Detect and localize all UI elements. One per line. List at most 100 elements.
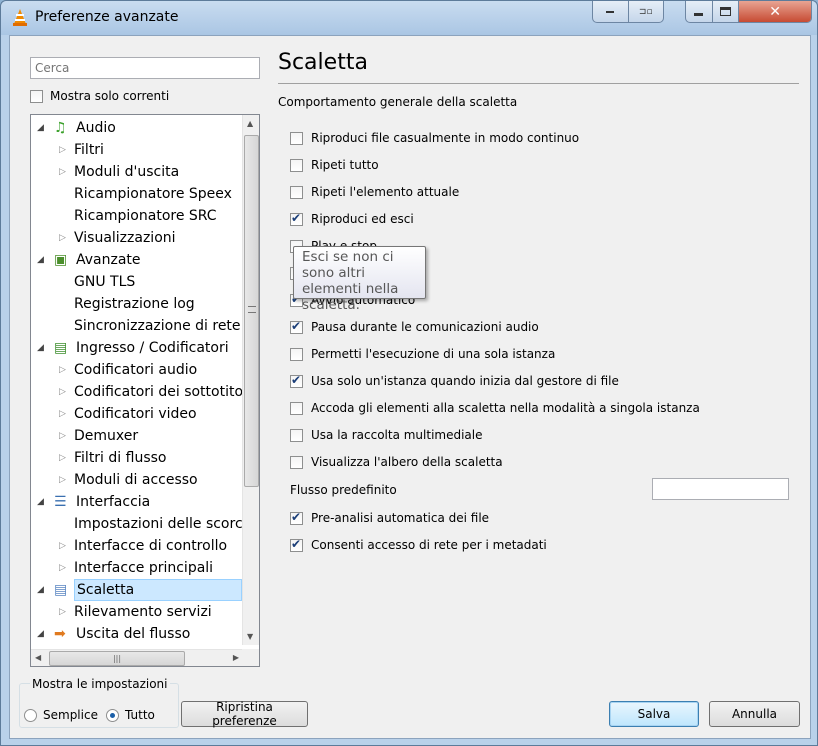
tree-horizontal-scrollbar[interactable]: ◀ ||| ▶ [31,649,243,666]
tree-item[interactable]: Sincronizzazione di rete [31,315,243,337]
only-current-checkbox[interactable] [30,89,43,103]
collapsed-arrow-icon[interactable]: ▷ [59,381,66,403]
tree-item[interactable]: ▷ Interfacce di controllo [31,535,243,557]
tree-item-label: Impostazioni delle scorciatoie [74,516,243,532]
radio-all[interactable]: Tutto [106,708,155,722]
option-item[interactable]: Consenti accesso di rete per i metadati [290,537,547,552]
collapsed-arrow-icon[interactable]: ▷ [59,227,66,249]
tree-item-label: Moduli d'uscita [74,164,180,180]
close-button[interactable]: ✕ [739,1,811,22]
tree-item[interactable]: ◢ ▤ Scaletta [31,579,243,601]
option-item[interactable]: Pausa durante le comunicazioni audio [290,319,539,334]
option-item[interactable]: Usa solo un'istanza quando inizia dal ge… [290,373,619,388]
collapsed-arrow-icon[interactable]: ▷ [59,535,66,557]
collapsed-arrow-icon[interactable]: ▷ [59,469,66,491]
collapsed-arrow-icon[interactable]: ▷ [59,359,66,381]
option-item[interactable]: Ripeti tutto [290,158,379,172]
tree-item[interactable]: ▷ Moduli di accesso [31,469,243,491]
option-item[interactable]: Visualizza l'albero della scaletta [290,455,503,469]
tree-item[interactable]: ◢ ♫ Audio [31,117,243,139]
scroll-down-icon[interactable]: ▼ [247,632,253,641]
option-checkbox[interactable] [290,185,303,199]
expanded-arrow-icon[interactable]: ◢ [37,579,44,601]
option-checkbox[interactable] [290,347,303,361]
tree-item[interactable]: Ricampionatore Speex [31,183,243,205]
tree-item[interactable]: Impostazioni delle scorciatoie [31,513,243,535]
collapsed-arrow-icon[interactable]: ▷ [59,601,66,623]
tree-item[interactable]: ▷ Codificatori video [31,403,243,425]
option-item[interactable]: Riproduci ed esci [290,211,414,226]
collapsed-arrow-icon[interactable]: ▷ [59,425,66,447]
section-label: Comportamento generale della scaletta [278,95,518,109]
tree-item[interactable]: ◢ ▤ Ingresso / Codificatori [31,337,243,359]
scroll-left-icon[interactable]: ◀ [35,653,41,662]
vertical-scroll-thumb[interactable] [244,135,259,487]
tree-item[interactable]: ◢ ➡ Uscita del flusso [31,623,243,645]
tree-item[interactable]: GNU TLS [31,271,243,293]
minimize-button[interactable] [686,1,713,22]
expanded-arrow-icon[interactable]: ◢ [37,491,44,513]
category-tree[interactable]: ◢ ♫ Audio ▷ Filtri ▷ Moduli d'uscita Ricampiona… [30,114,260,667]
search-input[interactable] [30,57,260,79]
maximize-button[interactable] [713,1,740,22]
save-button[interactable]: Salva [609,701,699,727]
scroll-right-icon[interactable]: ▶ [233,653,239,662]
option-checkbox[interactable] [290,319,303,334]
expanded-arrow-icon[interactable]: ◢ [37,337,44,359]
pin-caption-button[interactable]: ⊐▫ [629,1,664,22]
interface-window-icon: ☰ [54,494,67,510]
option-item[interactable]: Permetti l'esecuzione di una sola istanz… [290,347,555,361]
option-checkbox[interactable] [290,131,303,145]
scrollbar-corner [242,649,259,666]
radio-simple-dot[interactable] [24,708,37,722]
tree-item-label: GNU TLS [74,274,136,290]
option-item[interactable]: Accoda gli elementi alla scaletta nella … [290,401,700,415]
option-checkbox[interactable] [290,401,303,415]
collapsed-arrow-icon[interactable]: ▷ [59,447,66,469]
collapsed-arrow-icon[interactable]: ▷ [59,403,66,425]
collapsed-arrow-icon[interactable]: ▷ [59,557,66,579]
option-item[interactable]: Ripeti l'elemento attuale [290,185,459,199]
tree-item-label: Interfacce di controllo [74,538,228,554]
tree-item[interactable]: ▷ Demuxer [31,425,243,447]
tree-item[interactable]: ▷ Filtri di flusso [31,447,243,469]
tree-item[interactable]: ▷ Codificatori dei sottotitoli [31,381,243,403]
scroll-up-icon[interactable]: ▲ [247,119,253,128]
expanded-arrow-icon[interactable]: ◢ [37,249,44,271]
default-stream-input[interactable] [652,478,789,500]
reset-preferences-button[interactable]: Ripristina preferenze [181,700,308,728]
tree-item[interactable]: Ricampionatore SRC [31,205,243,227]
option-checkbox[interactable] [290,373,303,388]
expanded-arrow-icon[interactable]: ◢ [37,117,44,139]
option-checkbox[interactable] [290,211,303,226]
tree-item[interactable]: ◢ ☰ Interfaccia [31,491,243,513]
option-item[interactable]: Pre-analisi automatica dei file [290,510,489,525]
radio-all-dot[interactable] [106,708,119,722]
tree-vertical-scrollbar[interactable]: ▲ ▼ [242,115,259,645]
collapsed-arrow-icon[interactable]: ▷ [59,139,66,161]
tree-item[interactable]: ▷ Visualizzazioni [31,227,243,249]
option-checkbox[interactable] [290,455,303,469]
tree-item[interactable]: ▷ Moduli d'uscita [31,161,243,183]
collapsed-arrow-icon[interactable]: ▷ [59,161,66,183]
tree-item[interactable]: ▷ Rilevamento servizi [31,601,243,623]
option-checkbox[interactable] [290,158,303,172]
option-item[interactable]: Usa la raccolta multimediale [290,428,483,442]
cancel-button[interactable]: Annulla [709,701,800,727]
option-checkbox[interactable] [290,537,303,552]
tree-item-label: Ricampionatore SRC [74,208,217,224]
tree-item[interactable]: ▷ Interfacce principali [31,557,243,579]
only-current-toggle[interactable]: Mostra solo correnti [30,89,169,103]
radio-simple[interactable]: Semplice [24,708,98,722]
option-checkbox[interactable] [290,428,303,442]
title-bar[interactable]: Preferenze avanzate ⊐▫ ✕ [1,1,817,35]
tree-item[interactable]: Registrazione log [31,293,243,315]
option-item[interactable]: Riproduci file casualmente in modo conti… [290,131,579,145]
option-checkbox[interactable] [290,510,303,525]
tree-item[interactable]: ▷ Codificatori audio [31,359,243,381]
tree-item[interactable]: ◢ ▣ Avanzate [31,249,243,271]
expanded-arrow-icon[interactable]: ◢ [37,623,44,645]
tree-item[interactable]: ▷ Filtri [31,139,243,161]
horizontal-scroll-thumb[interactable]: ||| [49,651,185,666]
help-caption-button[interactable] [593,1,629,22]
